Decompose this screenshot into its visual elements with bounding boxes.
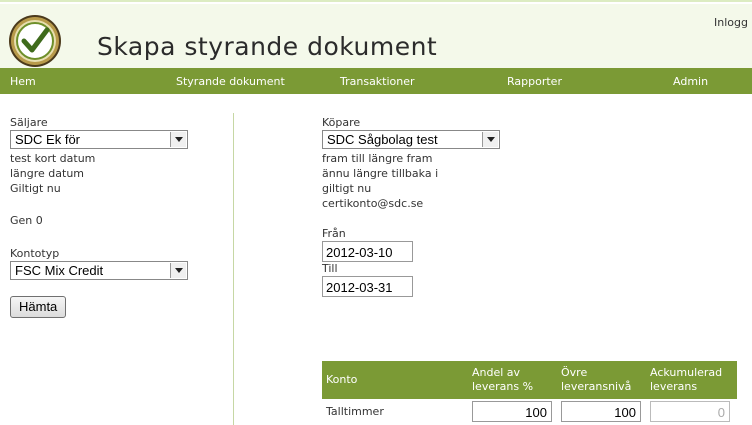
nav-item-rapporter[interactable]: Rapporter — [507, 75, 562, 88]
accumulated-input — [650, 401, 730, 422]
nav-item-hem[interactable]: Hem — [10, 75, 36, 88]
column-header-ovre: Övre leveransnivå — [557, 361, 646, 399]
seller-info-line: test kort datum — [10, 152, 96, 165]
account-type-select[interactable]: FSC Mix Credit — [10, 261, 188, 280]
delivery-table: Konto Andel av leverans % Övre leveransn… — [322, 361, 737, 424]
share-cell — [468, 399, 557, 424]
main-nav: Hem Styrande dokument Transaktioner Rapp… — [0, 68, 752, 94]
to-date-input[interactable] — [322, 276, 413, 297]
buyer-info-line: giltigt nu — [322, 182, 372, 195]
buyer-label: Köpare — [322, 116, 361, 129]
page-title: Skapa styrande dokument — [97, 32, 438, 61]
fetch-button[interactable]: Hämta — [10, 296, 67, 318]
seller-label: Säljare — [10, 116, 48, 129]
seller-info-line: Giltigt nu — [10, 182, 61, 195]
seller-info-line: längre datum — [10, 167, 85, 180]
buyer-info-line: ännu längre tillbaka i — [322, 167, 439, 180]
upper-level-cell — [557, 399, 646, 424]
buyer-select[interactable]: SDC Sågbolag test — [322, 130, 500, 149]
column-header-konto: Konto — [322, 361, 468, 399]
seller-generation: Gen 0 — [10, 214, 43, 227]
buyer-panel: Köpare SDC Sågbolag test fram till längr… — [322, 116, 752, 297]
buyer-email: certikonto@sdc.se — [322, 197, 424, 210]
column-header-ackumulerad: Ackumulerad leverans — [646, 361, 737, 399]
seller-select-value: SDC Ek för — [15, 132, 81, 147]
accumulated-cell — [646, 399, 737, 424]
account-type-label: Kontotyp — [10, 247, 60, 260]
share-input[interactable] — [472, 401, 552, 422]
upper-level-input[interactable] — [561, 401, 641, 422]
nav-item-admin[interactable]: Admin — [673, 75, 708, 88]
table-row: Talltimmer — [322, 399, 737, 424]
seller-panel: Säljare SDC Ek för test kort datum längr… — [10, 116, 220, 318]
chevron-down-icon[interactable] — [170, 132, 186, 147]
column-header-andel: Andel av leverans % — [468, 361, 557, 399]
nav-item-transaktioner[interactable]: Transaktioner — [340, 75, 415, 88]
buyer-select-value: SDC Sågbolag test — [327, 132, 438, 147]
account-name-cell: Talltimmer — [326, 405, 384, 418]
chevron-down-icon[interactable] — [482, 132, 498, 147]
seller-select[interactable]: SDC Ek för — [10, 130, 188, 149]
chevron-down-icon[interactable] — [170, 263, 186, 278]
account-type-select-value: FSC Mix Credit — [15, 263, 104, 278]
to-date-label: Till — [322, 262, 338, 275]
checkmark-logo-icon[interactable] — [8, 14, 62, 68]
from-date-input[interactable] — [322, 241, 413, 262]
login-link[interactable]: Inlogg — [714, 16, 748, 29]
column-divider — [233, 113, 234, 425]
buyer-info-line: fram till längre fram — [322, 152, 433, 165]
nav-item-styrande-dokument[interactable]: Styrande dokument — [176, 75, 285, 88]
from-date-label: Från — [322, 227, 346, 240]
page-header: Skapa styrande dokument Inlogg — [0, 0, 752, 70]
table-header-row: Konto Andel av leverans % Övre leveransn… — [322, 361, 737, 399]
